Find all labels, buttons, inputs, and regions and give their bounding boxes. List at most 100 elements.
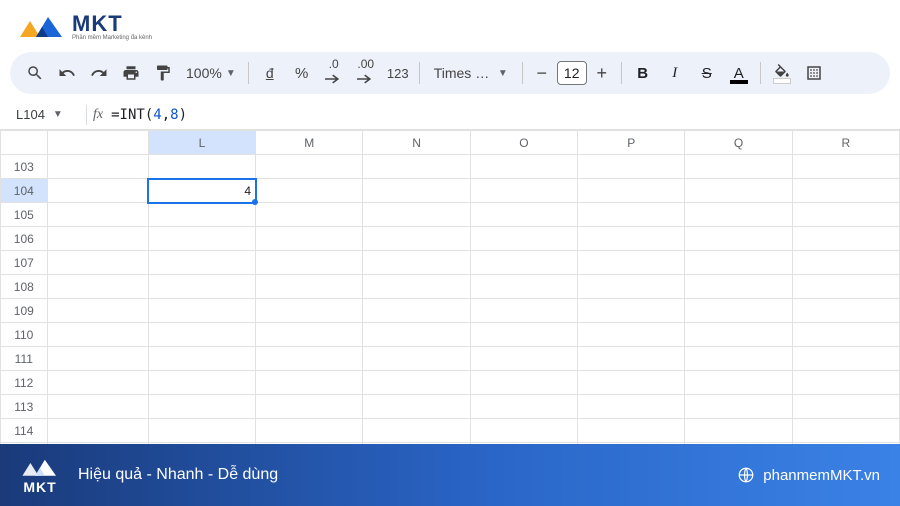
cell[interactable]	[148, 251, 255, 275]
cell[interactable]	[148, 155, 255, 179]
column-header[interactable]: L	[148, 131, 255, 155]
cell[interactable]	[685, 155, 792, 179]
cell[interactable]	[792, 179, 899, 203]
italic-button[interactable]: I	[660, 58, 690, 88]
cell[interactable]	[363, 203, 470, 227]
cell[interactable]	[578, 323, 685, 347]
cell[interactable]	[148, 227, 255, 251]
cell[interactable]	[47, 323, 148, 347]
name-box[interactable]: L104 ▼	[10, 107, 80, 122]
cell[interactable]	[256, 179, 363, 203]
cell[interactable]	[470, 395, 577, 419]
select-all-corner[interactable]	[1, 131, 48, 155]
cell[interactable]	[792, 275, 899, 299]
cell[interactable]	[47, 299, 148, 323]
row-header[interactable]: 107	[1, 251, 48, 275]
more-formats-button[interactable]: 123	[383, 58, 413, 88]
cell[interactable]	[148, 347, 255, 371]
cell[interactable]	[685, 419, 792, 443]
cell[interactable]	[470, 179, 577, 203]
search-icon[interactable]	[20, 58, 50, 88]
column-header[interactable]: R	[792, 131, 899, 155]
cell[interactable]: 4	[148, 179, 255, 203]
strikethrough-button[interactable]: S	[692, 58, 722, 88]
cell[interactable]	[578, 251, 685, 275]
column-header[interactable]	[47, 131, 148, 155]
row-header[interactable]: 113	[1, 395, 48, 419]
cell[interactable]	[470, 347, 577, 371]
cell[interactable]	[792, 395, 899, 419]
row-header[interactable]: 112	[1, 371, 48, 395]
cell[interactable]	[792, 155, 899, 179]
cell[interactable]	[792, 347, 899, 371]
cell[interactable]	[148, 299, 255, 323]
column-header[interactable]: Q	[685, 131, 792, 155]
cell[interactable]	[256, 419, 363, 443]
cell[interactable]	[363, 395, 470, 419]
cell[interactable]	[47, 371, 148, 395]
cell[interactable]	[685, 275, 792, 299]
cell[interactable]	[792, 371, 899, 395]
cell[interactable]	[148, 371, 255, 395]
cell[interactable]	[578, 419, 685, 443]
zoom-dropdown[interactable]: 100%▼	[180, 65, 242, 81]
increase-decimal-button[interactable]: .00	[351, 58, 381, 88]
row-header[interactable]: 110	[1, 323, 48, 347]
font-size-increase[interactable]: +	[589, 60, 615, 86]
cell[interactable]	[363, 155, 470, 179]
cell[interactable]	[470, 155, 577, 179]
cell[interactable]	[792, 323, 899, 347]
decrease-decimal-button[interactable]: .0	[319, 58, 349, 88]
cell[interactable]	[578, 395, 685, 419]
cell[interactable]	[470, 371, 577, 395]
column-header[interactable]: N	[363, 131, 470, 155]
cell[interactable]	[47, 419, 148, 443]
cell[interactable]	[685, 347, 792, 371]
cell[interactable]	[363, 251, 470, 275]
cell[interactable]	[47, 395, 148, 419]
cell[interactable]	[47, 275, 148, 299]
row-header[interactable]: 103	[1, 155, 48, 179]
undo-icon[interactable]	[52, 58, 82, 88]
cell[interactable]	[685, 395, 792, 419]
row-header[interactable]: 111	[1, 347, 48, 371]
column-header[interactable]: O	[470, 131, 577, 155]
cell[interactable]	[470, 323, 577, 347]
cell[interactable]	[470, 275, 577, 299]
cell[interactable]	[578, 179, 685, 203]
row-header[interactable]: 108	[1, 275, 48, 299]
cell[interactable]	[470, 299, 577, 323]
cell[interactable]	[363, 179, 470, 203]
cell[interactable]	[578, 155, 685, 179]
cell[interactable]	[578, 227, 685, 251]
cell[interactable]	[685, 227, 792, 251]
redo-icon[interactable]	[84, 58, 114, 88]
percent-button[interactable]: %	[287, 58, 317, 88]
cell[interactable]	[470, 419, 577, 443]
cell[interactable]	[685, 179, 792, 203]
row-header[interactable]: 104	[1, 179, 48, 203]
cell[interactable]	[256, 323, 363, 347]
cell[interactable]	[256, 395, 363, 419]
font-family-dropdown[interactable]: Times …▼	[426, 65, 516, 81]
cell[interactable]	[470, 203, 577, 227]
cell[interactable]	[363, 371, 470, 395]
cell[interactable]	[256, 275, 363, 299]
cell[interactable]	[578, 275, 685, 299]
cell[interactable]	[148, 419, 255, 443]
cell[interactable]	[578, 371, 685, 395]
cell[interactable]	[792, 299, 899, 323]
cell[interactable]	[256, 347, 363, 371]
row-header[interactable]: 105	[1, 203, 48, 227]
cell[interactable]	[363, 275, 470, 299]
cell[interactable]	[256, 155, 363, 179]
cell[interactable]	[792, 251, 899, 275]
cell[interactable]	[148, 323, 255, 347]
cell[interactable]	[148, 395, 255, 419]
cell[interactable]	[256, 251, 363, 275]
currency-button[interactable]: đ	[255, 58, 285, 88]
cell[interactable]	[363, 347, 470, 371]
fill-color-button[interactable]	[767, 58, 797, 88]
cell[interactable]	[47, 227, 148, 251]
banner-url[interactable]: phanmemMKT.vn	[737, 466, 880, 484]
